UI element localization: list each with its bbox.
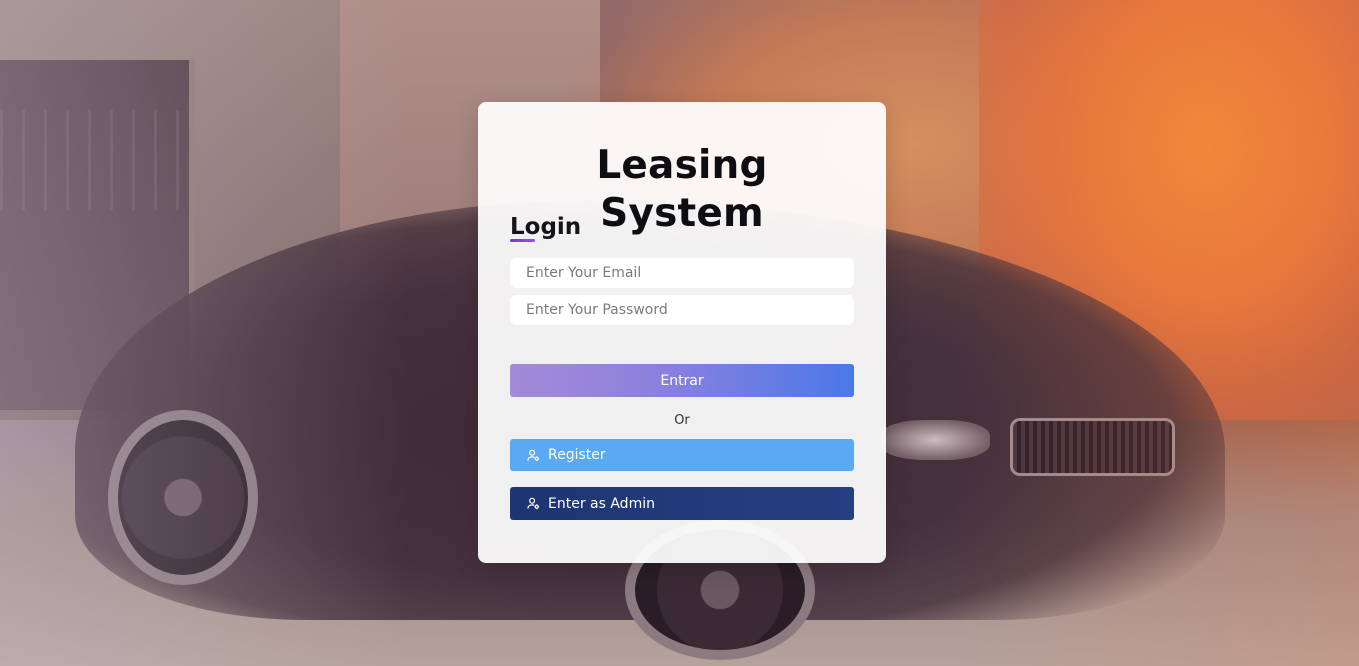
register-button[interactable]: Register xyxy=(510,439,854,471)
login-card: Leasing System Login Entrar Or Register xyxy=(478,102,886,563)
submit-button[interactable]: Entrar xyxy=(510,364,854,397)
login-heading: Login xyxy=(510,212,581,242)
password-field[interactable] xyxy=(510,295,854,325)
submit-button-label: Entrar xyxy=(660,372,704,389)
admin-login-button-label: Enter as Admin xyxy=(548,495,655,512)
user-cog-icon xyxy=(526,497,540,511)
page-title: Leasing System xyxy=(596,143,768,236)
or-separator: Or xyxy=(674,413,690,428)
login-heading-underline xyxy=(510,239,535,242)
login-heading-label: Login xyxy=(510,214,582,240)
register-button-label: Register xyxy=(548,447,606,463)
email-field[interactable] xyxy=(510,258,854,288)
admin-login-button[interactable]: Enter as Admin xyxy=(510,487,854,520)
user-cog-icon xyxy=(526,448,540,462)
